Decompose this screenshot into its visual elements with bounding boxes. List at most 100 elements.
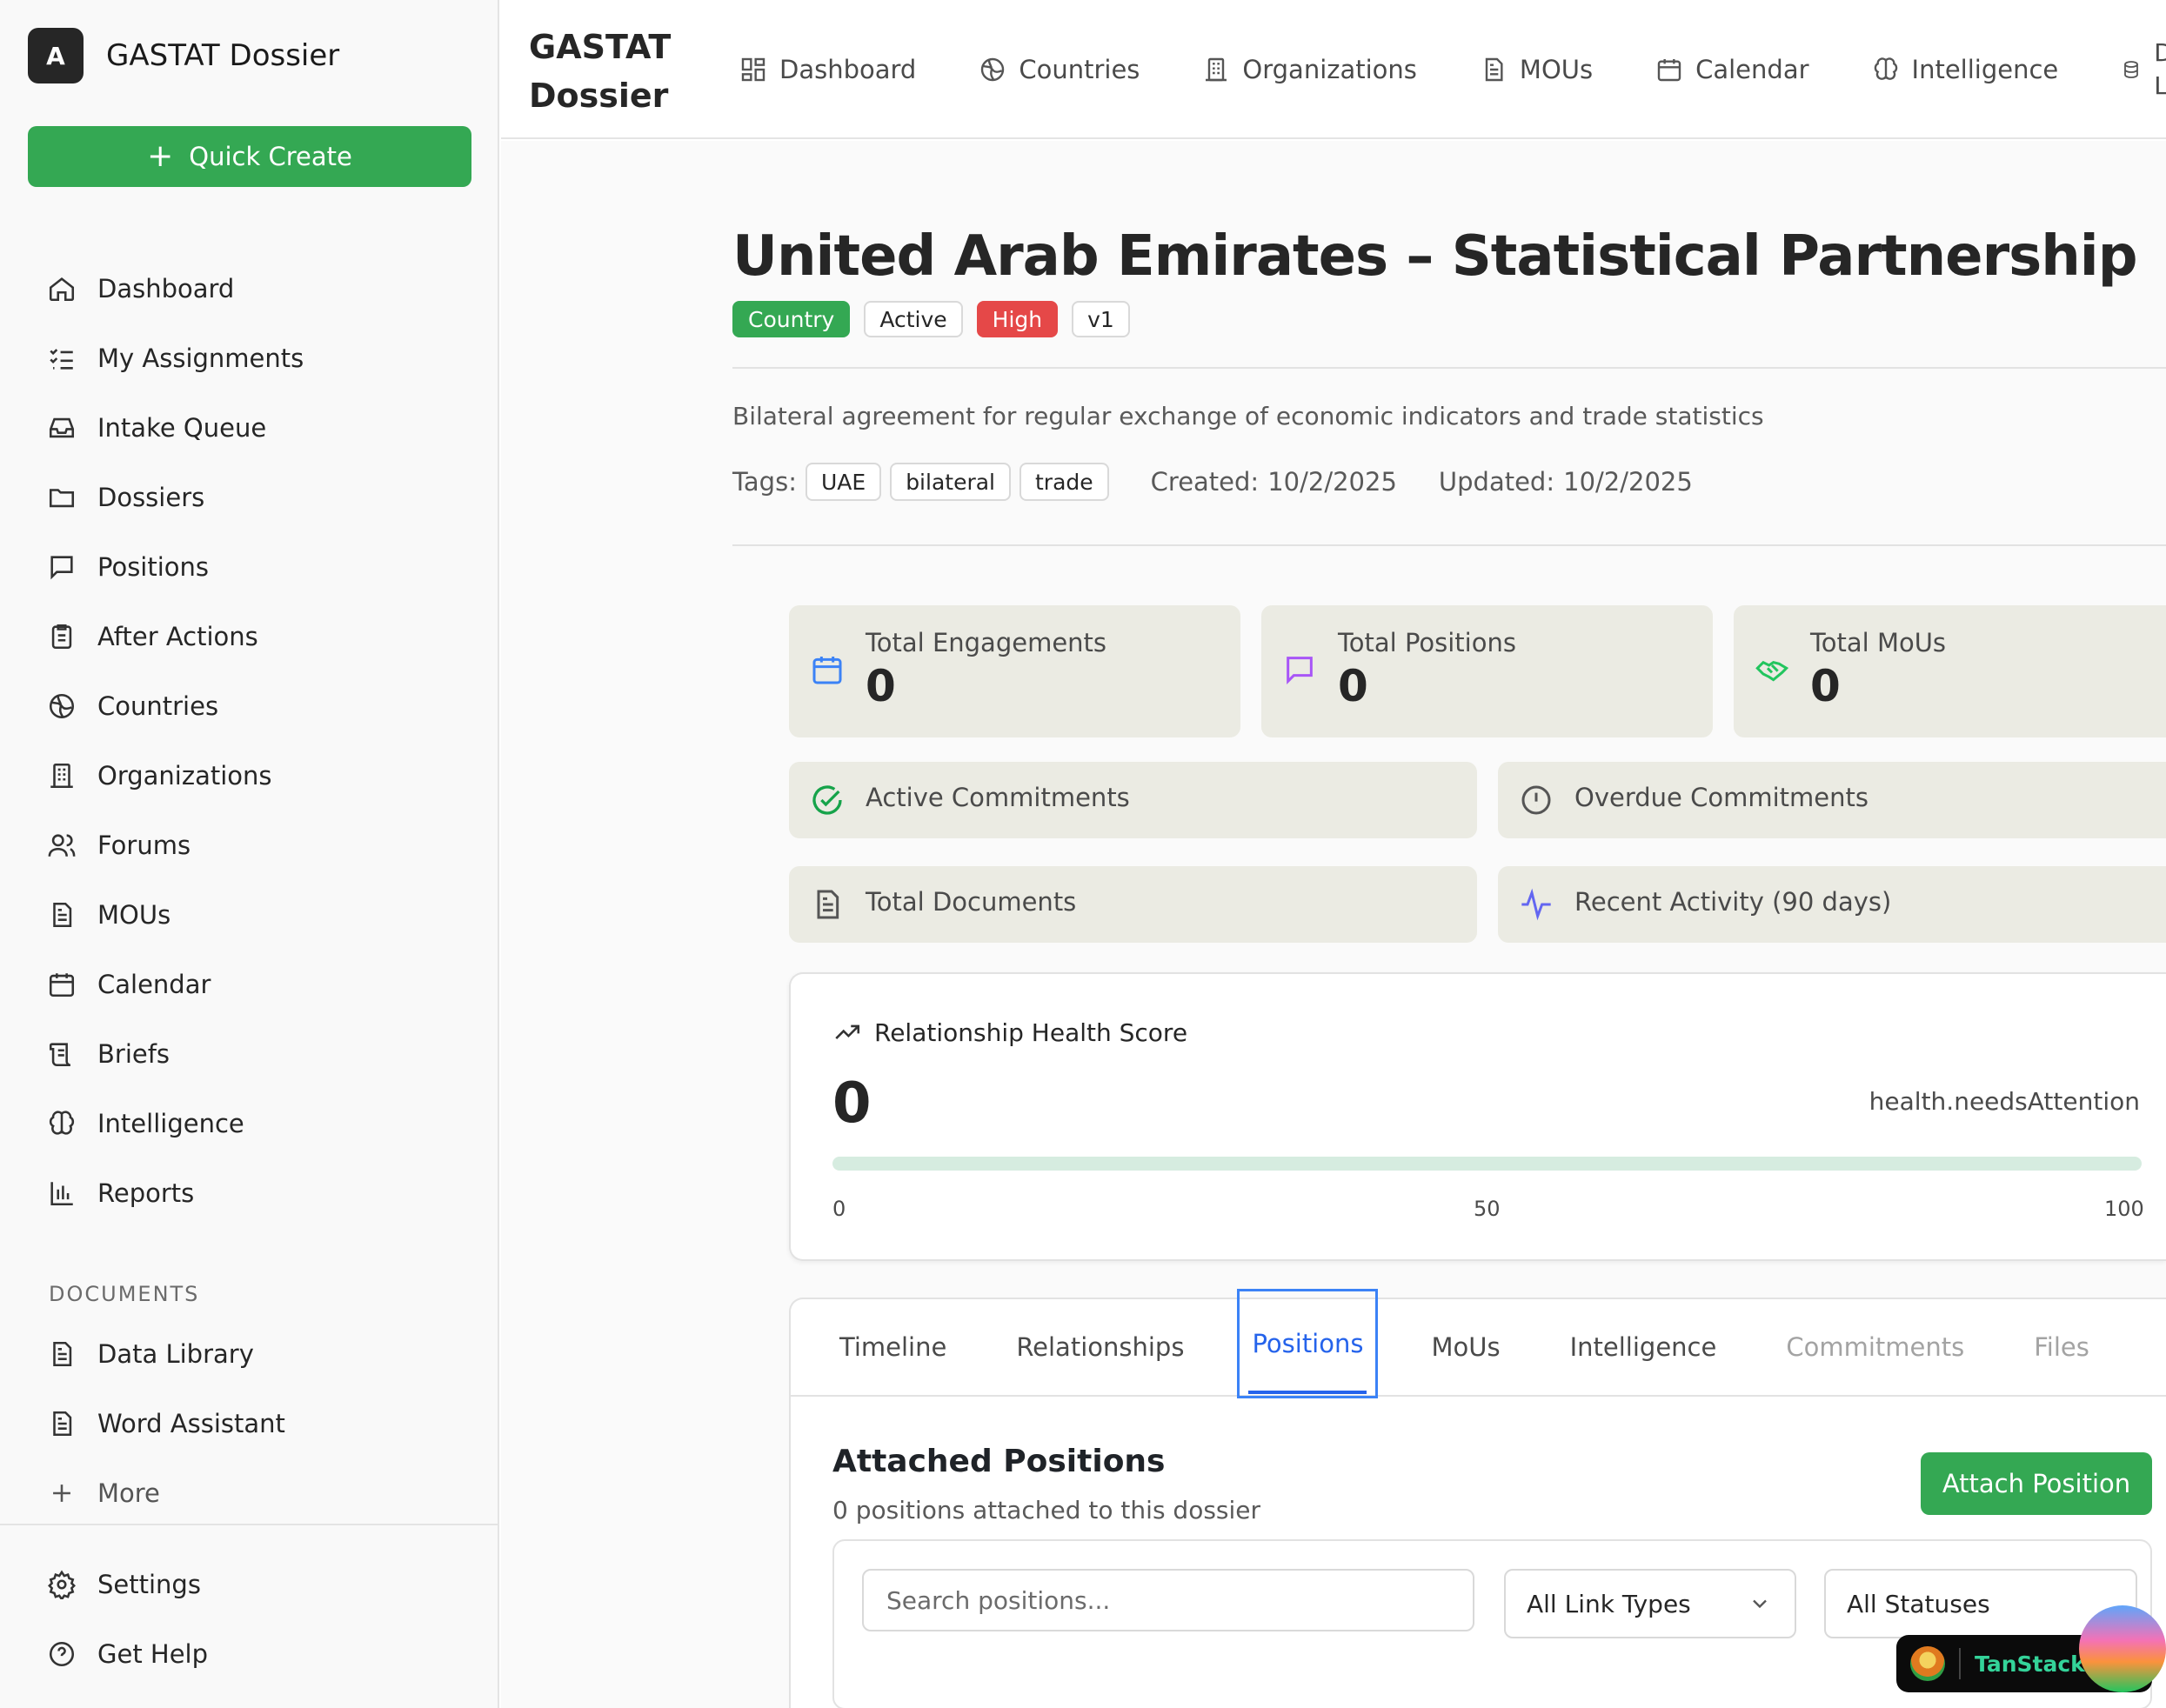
topnav-intelligence[interactable]: Intelligence <box>1872 55 2058 84</box>
sidebar-item-dashboard[interactable]: Dashboard <box>28 254 471 324</box>
sidebar-item-dossiers[interactable]: Dossiers <box>28 463 471 532</box>
topnav-label: Dashboard <box>779 55 917 84</box>
message-square-icon <box>47 552 77 582</box>
building-icon <box>1202 56 1230 83</box>
attach-position-button[interactable]: Attach Position <box>1921 1452 2152 1515</box>
tab-relationships[interactable]: Relationships <box>1016 1298 1184 1396</box>
file-text-icon <box>1480 56 1508 83</box>
health-tick-mid: 50 <box>1474 1197 1501 1221</box>
tab-files[interactable]: Files <box>2034 1298 2089 1396</box>
sidebar-item-after-actions[interactable]: After Actions <box>28 602 471 671</box>
topnav-data-library[interactable]: Data Libra <box>2121 37 2166 103</box>
trending-up-icon <box>832 1017 862 1047</box>
sidebar-item-word-assistant[interactable]: Word Assistant <box>28 1389 471 1458</box>
top-bar: GASTAT Dossier Dashboard Countries Organ… <box>501 0 2166 139</box>
health-title: Relationship Health Score <box>832 1017 1187 1047</box>
sidebar-item-forums[interactable]: Forums <box>28 811 471 880</box>
file-text-icon <box>47 1339 77 1369</box>
health-score-value: 0 <box>832 1071 872 1136</box>
handshake-icon <box>1755 652 1789 687</box>
sidebar-item-label: Calendar <box>97 970 211 999</box>
sidebar-item-my-assignments[interactable]: My Assignments <box>28 324 471 393</box>
sidebar-item-label: Reports <box>97 1178 195 1208</box>
bar-chart-icon <box>47 1178 77 1208</box>
chevron-down-icon <box>1748 1591 1772 1616</box>
sidebar-item-label: Dossiers <box>97 483 205 512</box>
calendar-icon <box>810 652 845 687</box>
tag: trade <box>1019 463 1109 501</box>
gear-icon <box>47 1570 77 1599</box>
devtools-separator <box>1959 1648 1961 1679</box>
topnav-label: Organizations <box>1242 55 1417 84</box>
documents-nav: Data Library Word Assistant More <box>28 1319 471 1528</box>
topnav-label: Countries <box>1019 55 1140 84</box>
priority-badge: High <box>976 301 1059 337</box>
file-text-icon <box>810 887 845 922</box>
sidebar-item-label: Dashboard <box>97 274 235 304</box>
sidebar-item-label: My Assignments <box>97 344 304 373</box>
sidebar-item-more[interactable]: More <box>28 1458 471 1528</box>
status-value: All Statuses <box>1847 1589 1990 1618</box>
tab-intelligence[interactable]: Intelligence <box>1570 1298 1717 1396</box>
dossier-meta: Tags: UAE bilateral trade Created: 10/2/… <box>732 463 1693 501</box>
stat-active-commitments: Active Commitments <box>789 762 1477 838</box>
check-circle-icon <box>810 783 845 817</box>
brand-avatar: A <box>28 28 84 83</box>
sidebar-item-intake-queue[interactable]: Intake Queue <box>28 393 471 463</box>
activity-icon <box>1519 887 1554 922</box>
tab-timeline[interactable]: Timeline <box>839 1298 946 1396</box>
sidebar-item-label: Data Library <box>97 1339 254 1369</box>
topnav-dashboard[interactable]: Dashboard <box>739 55 916 84</box>
topnav-cut-line1: Data <box>2154 38 2166 67</box>
tanstack-label: TanStack <box>1975 1651 2085 1677</box>
search-positions-input[interactable] <box>862 1569 1474 1631</box>
brand[interactable]: A GASTAT Dossier <box>28 28 339 83</box>
stat-overdue-commitments: Overdue Commitments <box>1498 762 2166 838</box>
brain-icon <box>47 1109 77 1138</box>
sidebar-item-calendar[interactable]: Calendar <box>28 950 471 1019</box>
stats-row-primary: Total Engagements 0 Total Positions 0 To… <box>789 605 2166 737</box>
sidebar-item-mous[interactable]: MOUs <box>28 880 471 950</box>
dossier-header: United Arab Emirates – Statistical Partn… <box>732 141 2166 546</box>
health-title-label: Relationship Health Score <box>874 1017 1188 1047</box>
version-badge: v1 <box>1072 301 1130 337</box>
tab-mous[interactable]: MoUs <box>1431 1298 1500 1396</box>
updated-label: Updated: <box>1438 467 1555 497</box>
tab-positions[interactable]: Positions <box>1237 1289 1379 1398</box>
sidebar-item-settings[interactable]: Settings <box>28 1550 471 1619</box>
sidebar-item-data-library[interactable]: Data Library <box>28 1319 471 1389</box>
sidebar-item-label: Word Assistant <box>97 1409 285 1438</box>
tanstack-devtools-toggle[interactable]: TanStack <box>1896 1605 2166 1692</box>
sidebar-item-label: More <box>97 1478 160 1508</box>
link-type-select[interactable]: All Link Types <box>1504 1569 1796 1638</box>
top-nav: Dashboard Countries Organizations MOUs C… <box>739 0 2166 139</box>
quick-create-button[interactable]: + Quick Create <box>28 126 471 187</box>
link-type-value: All Link Types <box>1527 1589 1691 1618</box>
page-title: United Arab Emirates – Statistical Partn… <box>732 224 2138 289</box>
folder-icon <box>47 483 77 512</box>
inbox-icon <box>47 413 77 443</box>
stat-value: 0 <box>866 661 896 711</box>
sidebar-item-reports[interactable]: Reports <box>28 1158 471 1228</box>
quick-create-label: Quick Create <box>189 142 352 171</box>
sidebar-item-positions[interactable]: Positions <box>28 532 471 602</box>
stat-total-documents: Total Documents <box>789 866 1477 943</box>
sidebar-item-countries[interactable]: Countries <box>28 671 471 741</box>
alert-circle-icon <box>1519 783 1554 817</box>
topbar-title[interactable]: GASTAT Dossier <box>529 23 671 120</box>
sidebar-item-briefs[interactable]: Briefs <box>28 1019 471 1089</box>
stat-value: 0 <box>1338 661 1368 711</box>
sidebar-item-intelligence[interactable]: Intelligence <box>28 1089 471 1158</box>
main-content: United Arab Emirates – Statistical Partn… <box>501 141 2166 1708</box>
topnav-calendar[interactable]: Calendar <box>1655 55 1809 84</box>
topnav-mous[interactable]: MOUs <box>1480 55 1593 84</box>
sidebar-item-label: Organizations <box>97 761 272 791</box>
topnav-organizations[interactable]: Organizations <box>1202 55 1417 84</box>
sidebar-item-organizations[interactable]: Organizations <box>28 741 471 811</box>
topnav-countries[interactable]: Countries <box>979 55 1140 84</box>
sidebar-item-get-help[interactable]: Get Help <box>28 1619 471 1689</box>
sidebar-item-label: Intelligence <box>97 1109 244 1138</box>
health-tick-max: 100 <box>2104 1197 2144 1221</box>
sidebar-item-label: MOUs <box>97 900 171 930</box>
tab-commitments[interactable]: Commitments <box>1786 1298 1964 1396</box>
